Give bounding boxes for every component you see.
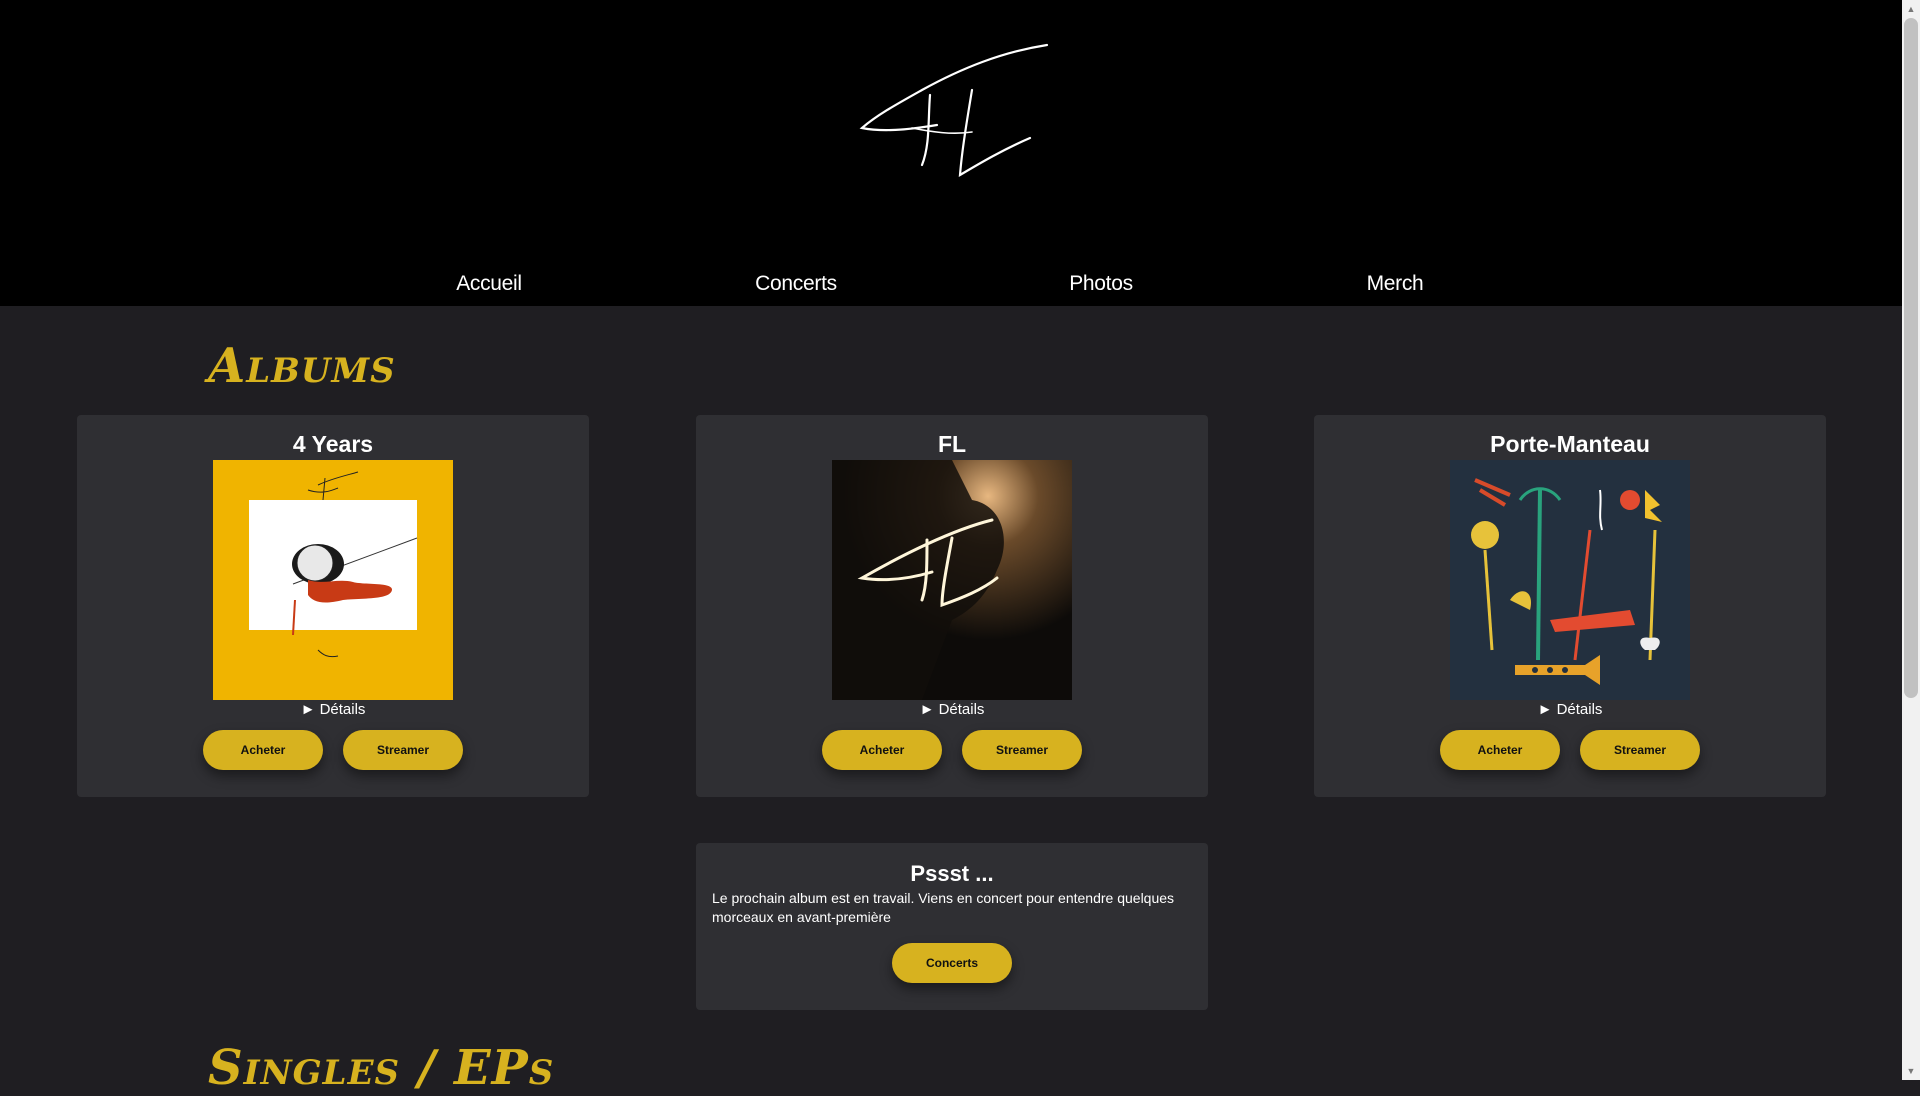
- details-toggle[interactable]: ► Détails: [77, 701, 589, 718]
- album-cover-4-years[interactable]: [213, 460, 453, 700]
- albums-heading: Albums: [208, 338, 396, 394]
- buy-button[interactable]: Acheter: [203, 730, 323, 770]
- stream-button[interactable]: Streamer: [962, 730, 1082, 770]
- album-card: 4 Years ► Détails Acheter Streamer: [77, 415, 589, 797]
- album-card: FL ► Détails Acheter Streamer: [696, 415, 1208, 797]
- album-title: FL: [937, 431, 967, 457]
- notice-title: Pssst ...: [910, 861, 994, 886]
- concerts-button[interactable]: Concerts: [892, 943, 1012, 983]
- stream-button[interactable]: Streamer: [343, 730, 463, 770]
- album-title: 4 Years: [292, 431, 374, 457]
- notice-text: Le prochain album est en travail. Viens …: [712, 890, 1175, 925]
- singles-heading: Singles / EPs: [208, 1040, 555, 1096]
- album-cover-fl[interactable]: [832, 460, 1072, 700]
- nav-photos[interactable]: Photos: [1069, 272, 1133, 296]
- album-cover-porte-manteau[interactable]: [1450, 460, 1690, 700]
- nav-merch[interactable]: Merch: [1367, 272, 1424, 296]
- next-album-notice: Pssst ... Le prochain album est en trava…: [696, 843, 1208, 1010]
- scroll-thumb[interactable]: [1904, 18, 1918, 698]
- site-header: Accueil Concerts Photos Merch: [0, 0, 1902, 306]
- details-toggle[interactable]: ► Détails: [696, 701, 1208, 718]
- scroll-down-icon[interactable]: ▼: [1902, 1062, 1920, 1080]
- stream-button[interactable]: Streamer: [1580, 730, 1700, 770]
- nav-concerts[interactable]: Concerts: [755, 272, 837, 296]
- buy-button[interactable]: Acheter: [1440, 730, 1560, 770]
- nav-accueil[interactable]: Accueil: [456, 272, 522, 296]
- album-card: Porte-Manteau ► Détails Acheter Streamer: [1314, 415, 1826, 797]
- scroll-up-icon[interactable]: ▲: [1902, 0, 1920, 18]
- page-scrollbar[interactable]: ▲ ▼: [1902, 0, 1920, 1080]
- fl-logo[interactable]: [852, 40, 1052, 190]
- details-toggle[interactable]: ► Détails: [1314, 701, 1826, 718]
- album-title: Porte-Manteau: [1490, 431, 1650, 457]
- buy-button[interactable]: Acheter: [822, 730, 942, 770]
